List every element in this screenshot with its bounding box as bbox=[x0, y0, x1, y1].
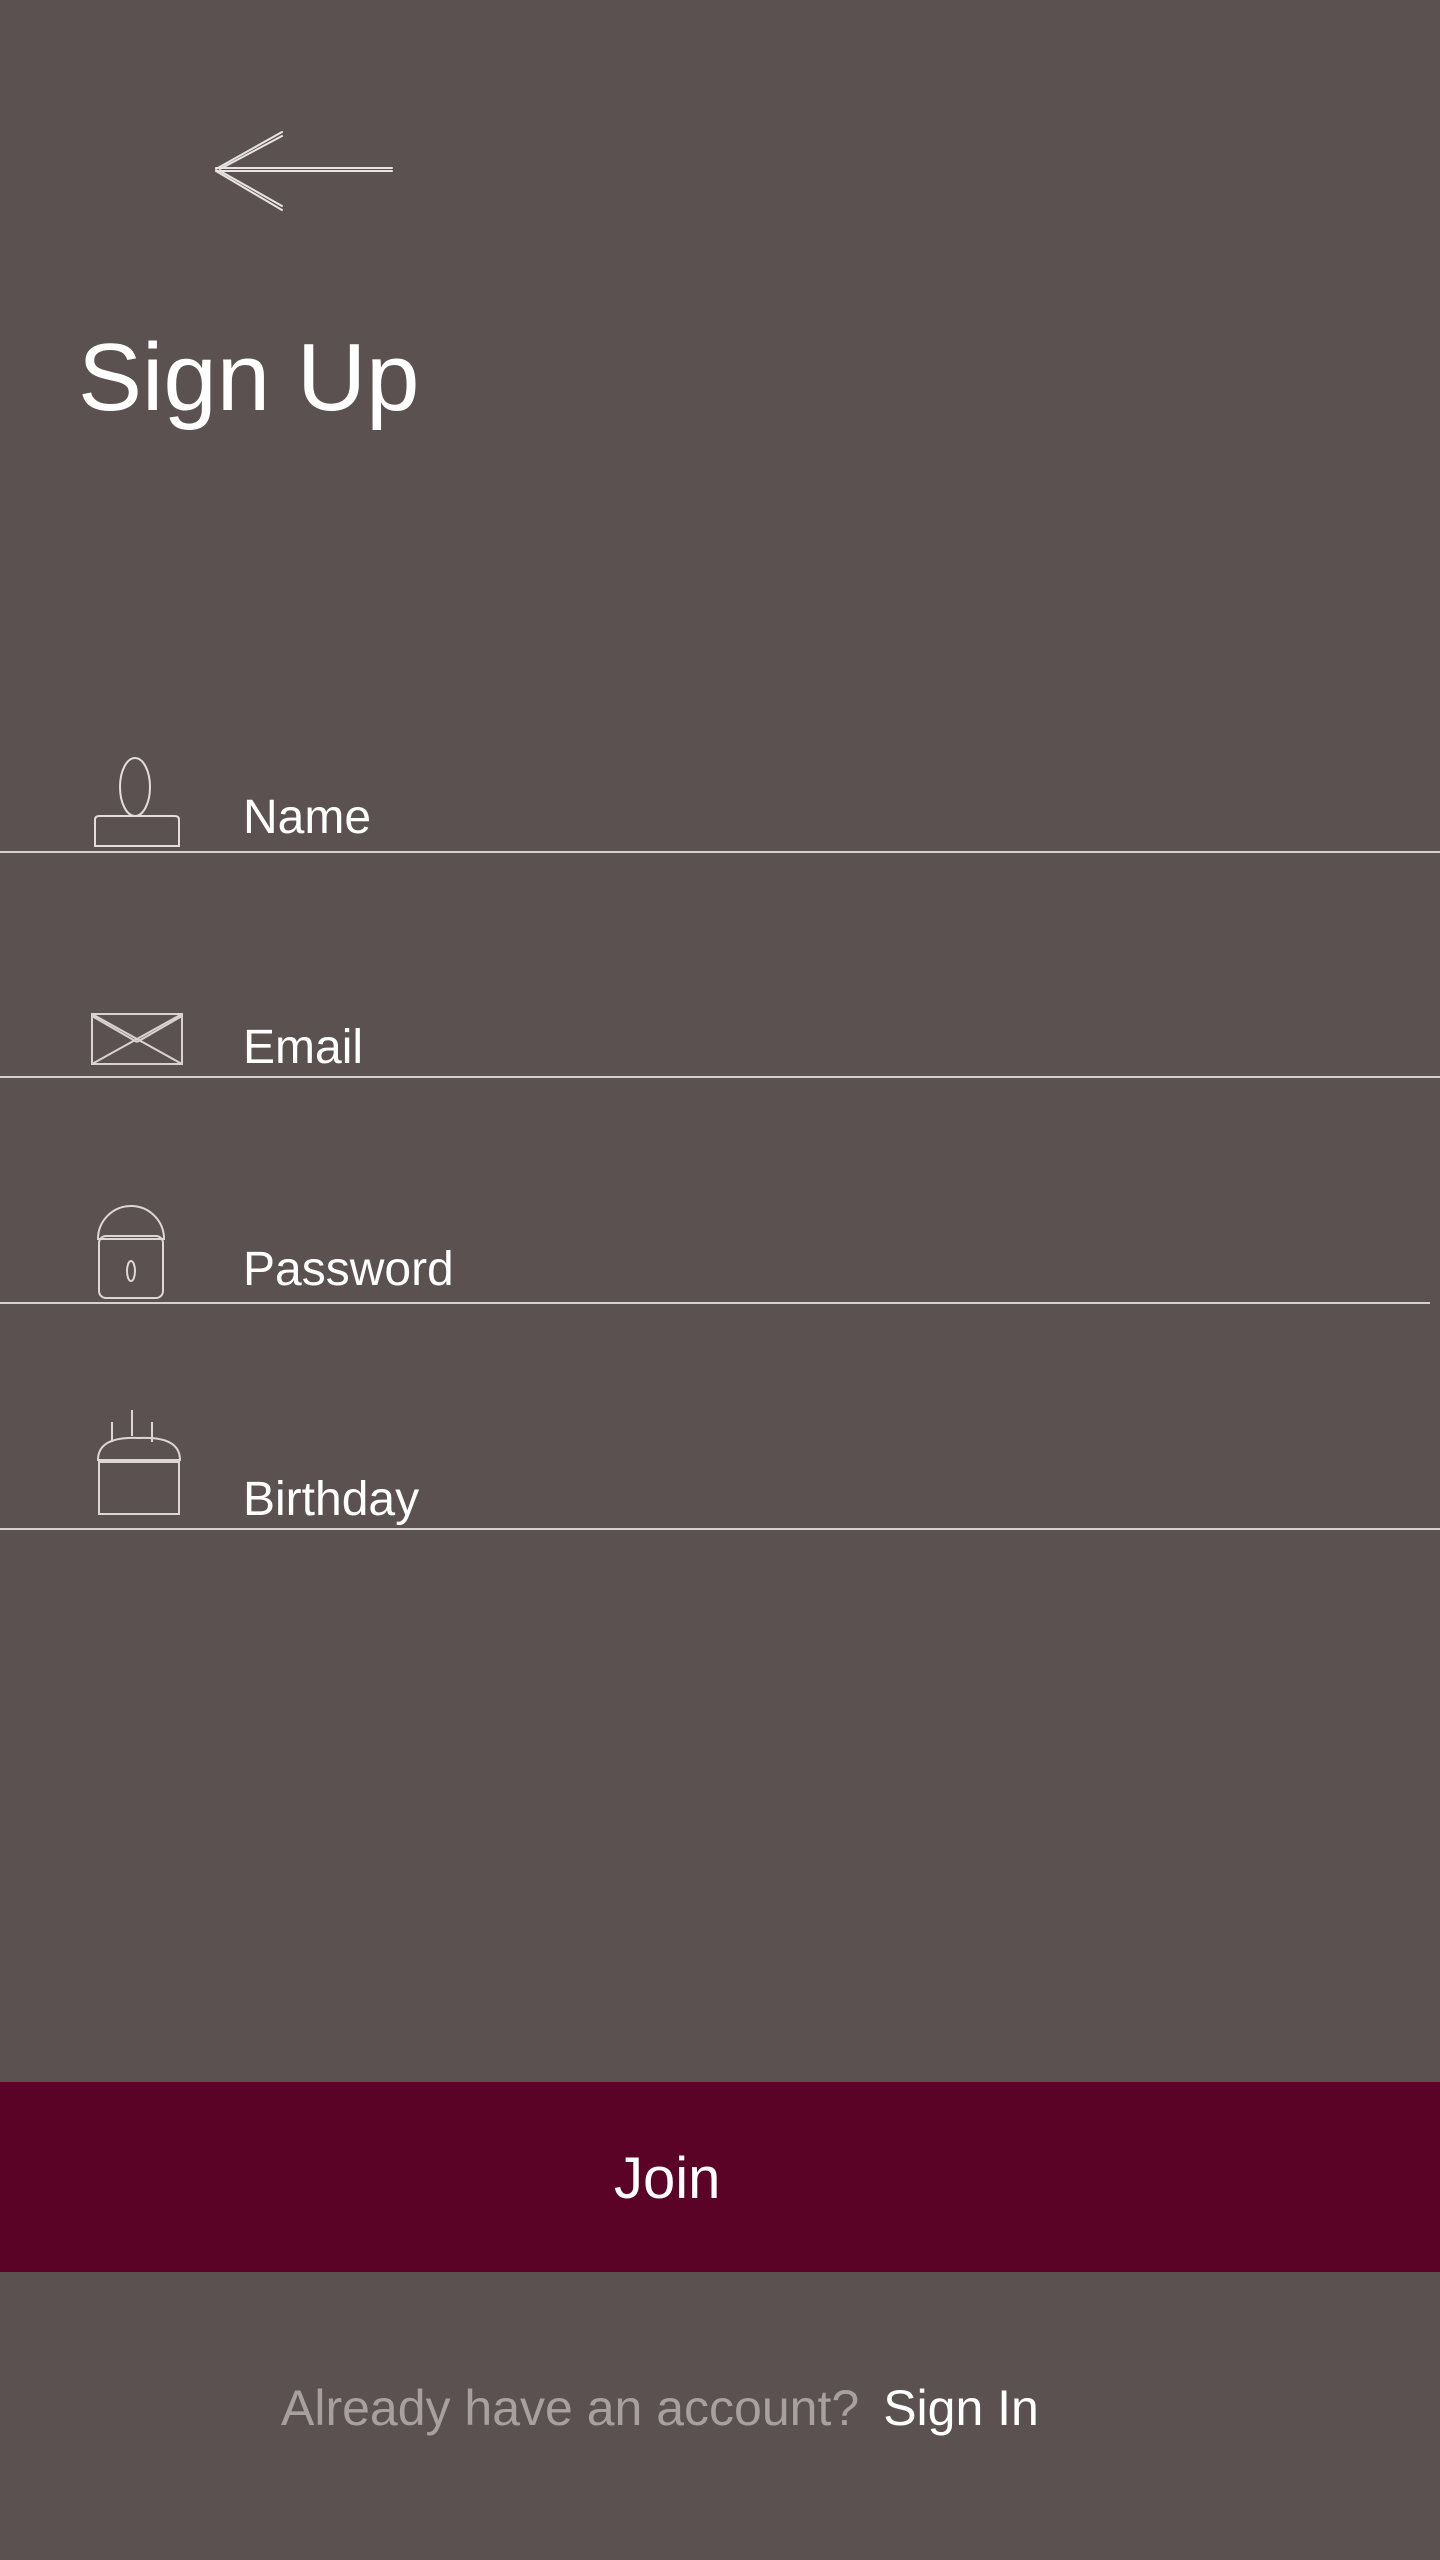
email-field-underline bbox=[0, 1076, 1440, 1078]
name-field-label: Name bbox=[243, 791, 372, 844]
envelope-icon bbox=[91, 1013, 183, 1065]
sign-in-prompt: Already have an account? Sign In bbox=[281, 2378, 1039, 2438]
user-icon bbox=[94, 757, 180, 847]
birthday-field-underline bbox=[0, 1528, 1440, 1530]
join-button[interactable]: Join bbox=[0, 2082, 1440, 2272]
birthday-field[interactable]: Birthday bbox=[0, 1402, 1440, 1530]
birthday-field-label: Birthday bbox=[243, 1473, 420, 1526]
name-field-underline bbox=[0, 851, 1440, 853]
email-field-label: Email bbox=[243, 1021, 364, 1074]
sign-in-link[interactable]: Sign In bbox=[883, 2380, 1039, 2436]
password-field[interactable]: Password bbox=[0, 1190, 1440, 1304]
name-field[interactable]: Name bbox=[0, 750, 1440, 853]
join-button-label: Join bbox=[614, 2146, 721, 2211]
page-title: Sign Up bbox=[78, 324, 420, 431]
password-field-underline bbox=[0, 1302, 1430, 1304]
back-button[interactable] bbox=[212, 128, 398, 214]
lock-icon bbox=[96, 1205, 166, 1299]
password-field-label: Password bbox=[243, 1243, 454, 1296]
arrow-left-icon bbox=[215, 131, 393, 211]
account-prompt-text: Already have an account? bbox=[281, 2380, 860, 2436]
email-field[interactable]: Email bbox=[0, 1000, 1440, 1078]
cake-icon bbox=[96, 1410, 182, 1515]
